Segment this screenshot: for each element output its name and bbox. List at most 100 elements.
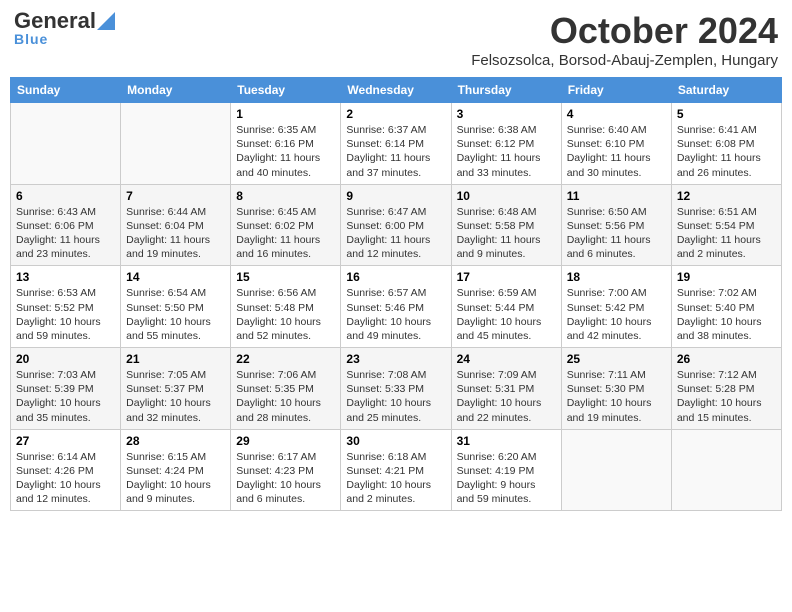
day-info: Sunrise: 6:20 AMSunset: 4:19 PMDaylight:… bbox=[457, 450, 556, 507]
day-number: 14 bbox=[126, 270, 225, 284]
table-row: 28 Sunrise: 6:15 AMSunset: 4:24 PMDayligh… bbox=[121, 429, 231, 511]
calendar-week-4: 20 Sunrise: 7:03 AMSunset: 5:39 PMDayligh… bbox=[11, 348, 782, 430]
day-info: Sunrise: 6:54 AMSunset: 5:50 PMDaylight:… bbox=[126, 286, 225, 343]
logo-blue: Blue bbox=[14, 32, 48, 46]
day-info: Sunrise: 6:15 AMSunset: 4:24 PMDaylight:… bbox=[126, 450, 225, 507]
day-number: 1 bbox=[236, 107, 335, 121]
col-monday: Monday bbox=[121, 78, 231, 103]
table-row bbox=[561, 429, 671, 511]
day-number: 4 bbox=[567, 107, 666, 121]
day-info: Sunrise: 6:57 AMSunset: 5:46 PMDaylight:… bbox=[346, 286, 445, 343]
day-number: 12 bbox=[677, 189, 776, 203]
day-number: 15 bbox=[236, 270, 335, 284]
table-row: 18 Sunrise: 7:00 AMSunset: 5:42 PMDayligh… bbox=[561, 266, 671, 348]
table-row: 5 Sunrise: 6:41 AMSunset: 6:08 PMDaylight… bbox=[671, 103, 781, 185]
day-number: 29 bbox=[236, 434, 335, 448]
day-info: Sunrise: 6:41 AMSunset: 6:08 PMDaylight:… bbox=[677, 123, 776, 180]
table-row: 20 Sunrise: 7:03 AMSunset: 5:39 PMDayligh… bbox=[11, 348, 121, 430]
table-row: 22 Sunrise: 7:06 AMSunset: 5:35 PMDayligh… bbox=[231, 348, 341, 430]
table-row: 31 Sunrise: 6:20 AMSunset: 4:19 PMDayligh… bbox=[451, 429, 561, 511]
table-row: 12Sunrise: 6:51 AMSunset: 5:54 PMDayligh… bbox=[671, 184, 781, 266]
day-number: 24 bbox=[457, 352, 556, 366]
table-row: 29 Sunrise: 6:17 AMSunset: 4:23 PMDayligh… bbox=[231, 429, 341, 511]
day-info: Sunrise: 6:17 AMSunset: 4:23 PMDaylight:… bbox=[236, 450, 335, 507]
table-row: 15 Sunrise: 6:56 AMSunset: 5:48 PMDayligh… bbox=[231, 266, 341, 348]
col-saturday: Saturday bbox=[671, 78, 781, 103]
day-number: 3 bbox=[457, 107, 556, 121]
day-number: 19 bbox=[677, 270, 776, 284]
day-info: Sunrise: 7:06 AMSunset: 5:35 PMDaylight:… bbox=[236, 368, 335, 425]
table-row: 6Sunrise: 6:43 AMSunset: 6:06 PMDaylight… bbox=[11, 184, 121, 266]
day-info: Sunrise: 7:00 AMSunset: 5:42 PMDaylight:… bbox=[567, 286, 666, 343]
day-info: Sunrise: 7:11 AMSunset: 5:30 PMDaylight:… bbox=[567, 368, 666, 425]
day-number: 23 bbox=[346, 352, 445, 366]
table-row: 4 Sunrise: 6:40 AMSunset: 6:10 PMDaylight… bbox=[561, 103, 671, 185]
day-info: Sunrise: 6:50 AMSunset: 5:56 PMDaylight:… bbox=[567, 205, 666, 262]
day-info: Sunrise: 6:56 AMSunset: 5:48 PMDaylight:… bbox=[236, 286, 335, 343]
calendar-week-2: 6Sunrise: 6:43 AMSunset: 6:06 PMDaylight… bbox=[11, 184, 782, 266]
table-row: 1Sunrise: 6:35 AMSunset: 6:16 PMDaylight… bbox=[231, 103, 341, 185]
day-number: 31 bbox=[457, 434, 556, 448]
day-number: 25 bbox=[567, 352, 666, 366]
day-number: 20 bbox=[16, 352, 115, 366]
col-tuesday: Tuesday bbox=[231, 78, 341, 103]
day-info: Sunrise: 6:18 AMSunset: 4:21 PMDaylight:… bbox=[346, 450, 445, 507]
table-row: 25 Sunrise: 7:11 AMSunset: 5:30 PMDayligh… bbox=[561, 348, 671, 430]
table-row: 23 Sunrise: 7:08 AMSunset: 5:33 PMDayligh… bbox=[341, 348, 451, 430]
logo-general: General bbox=[14, 10, 96, 32]
day-number: 10 bbox=[457, 189, 556, 203]
day-number: 18 bbox=[567, 270, 666, 284]
day-info: Sunrise: 6:53 AMSunset: 5:52 PMDaylight:… bbox=[16, 286, 115, 343]
day-info: Sunrise: 6:59 AMSunset: 5:44 PMDaylight:… bbox=[457, 286, 556, 343]
day-number: 7 bbox=[126, 189, 225, 203]
day-info: Sunrise: 6:40 AMSunset: 6:10 PMDaylight:… bbox=[567, 123, 666, 180]
calendar-week-5: 27 Sunrise: 6:14 AMSunset: 4:26 PMDayligh… bbox=[11, 429, 782, 511]
calendar-week-3: 13 Sunrise: 6:53 AMSunset: 5:52 PMDayligh… bbox=[11, 266, 782, 348]
day-info: Sunrise: 6:37 AMSunset: 6:14 PMDaylight:… bbox=[346, 123, 445, 180]
col-friday: Friday bbox=[561, 78, 671, 103]
day-info: Sunrise: 6:14 AMSunset: 4:26 PMDaylight:… bbox=[16, 450, 115, 507]
table-row: 26Sunrise: 7:12 AMSunset: 5:28 PMDayligh… bbox=[671, 348, 781, 430]
day-number: 16 bbox=[346, 270, 445, 284]
table-row: 13 Sunrise: 6:53 AMSunset: 5:52 PMDayligh… bbox=[11, 266, 121, 348]
table-row: 9Sunrise: 6:47 AMSunset: 6:00 PMDaylight… bbox=[341, 184, 451, 266]
table-row: 24 Sunrise: 7:09 AMSunset: 5:31 PMDayligh… bbox=[451, 348, 561, 430]
table-row: 3 Sunrise: 6:38 AMSunset: 6:12 PMDaylight… bbox=[451, 103, 561, 185]
table-row: 27 Sunrise: 6:14 AMSunset: 4:26 PMDayligh… bbox=[11, 429, 121, 511]
day-info: Sunrise: 7:03 AMSunset: 5:39 PMDaylight:… bbox=[16, 368, 115, 425]
day-number: 17 bbox=[457, 270, 556, 284]
day-info: Sunrise: 7:09 AMSunset: 5:31 PMDaylight:… bbox=[457, 368, 556, 425]
day-info: Sunrise: 7:08 AMSunset: 5:33 PMDaylight:… bbox=[346, 368, 445, 425]
day-number: 8 bbox=[236, 189, 335, 203]
day-info: Sunrise: 6:43 AMSunset: 6:06 PMDaylight:… bbox=[16, 205, 115, 262]
calendar-week-1: 1Sunrise: 6:35 AMSunset: 6:16 PMDaylight… bbox=[11, 103, 782, 185]
day-number: 5 bbox=[677, 107, 776, 121]
table-row bbox=[671, 429, 781, 511]
table-row: 14 Sunrise: 6:54 AMSunset: 5:50 PMDayligh… bbox=[121, 266, 231, 348]
day-number: 9 bbox=[346, 189, 445, 203]
day-number: 22 bbox=[236, 352, 335, 366]
col-sunday: Sunday bbox=[11, 78, 121, 103]
day-number: 27 bbox=[16, 434, 115, 448]
col-wednesday: Wednesday bbox=[341, 78, 451, 103]
col-thursday: Thursday bbox=[451, 78, 561, 103]
day-number: 21 bbox=[126, 352, 225, 366]
table-row: 11Sunrise: 6:50 AMSunset: 5:56 PMDayligh… bbox=[561, 184, 671, 266]
day-info: Sunrise: 7:12 AMSunset: 5:28 PMDaylight:… bbox=[677, 368, 776, 425]
month-title: October 2024 bbox=[471, 10, 778, 52]
table-row: 10Sunrise: 6:48 AMSunset: 5:58 PMDayligh… bbox=[451, 184, 561, 266]
table-row: 7 Sunrise: 6:44 AMSunset: 6:04 PMDaylight… bbox=[121, 184, 231, 266]
day-number: 28 bbox=[126, 434, 225, 448]
table-row: 30 Sunrise: 6:18 AMSunset: 4:21 PMDayligh… bbox=[341, 429, 451, 511]
page-header: General Blue October 2024 Felsozsolca, B… bbox=[10, 10, 782, 69]
day-info: Sunrise: 7:05 AMSunset: 5:37 PMDaylight:… bbox=[126, 368, 225, 425]
table-row bbox=[11, 103, 121, 185]
table-row: 21 Sunrise: 7:05 AMSunset: 5:37 PMDayligh… bbox=[121, 348, 231, 430]
calendar-header-row: Sunday Monday Tuesday Wednesday Thursday… bbox=[11, 78, 782, 103]
logo-icon bbox=[97, 8, 115, 30]
table-row: 8Sunrise: 6:45 AMSunset: 6:02 PMDaylight… bbox=[231, 184, 341, 266]
day-info: Sunrise: 6:38 AMSunset: 6:12 PMDaylight:… bbox=[457, 123, 556, 180]
day-number: 13 bbox=[16, 270, 115, 284]
day-number: 30 bbox=[346, 434, 445, 448]
day-info: Sunrise: 6:44 AMSunset: 6:04 PMDaylight:… bbox=[126, 205, 225, 262]
